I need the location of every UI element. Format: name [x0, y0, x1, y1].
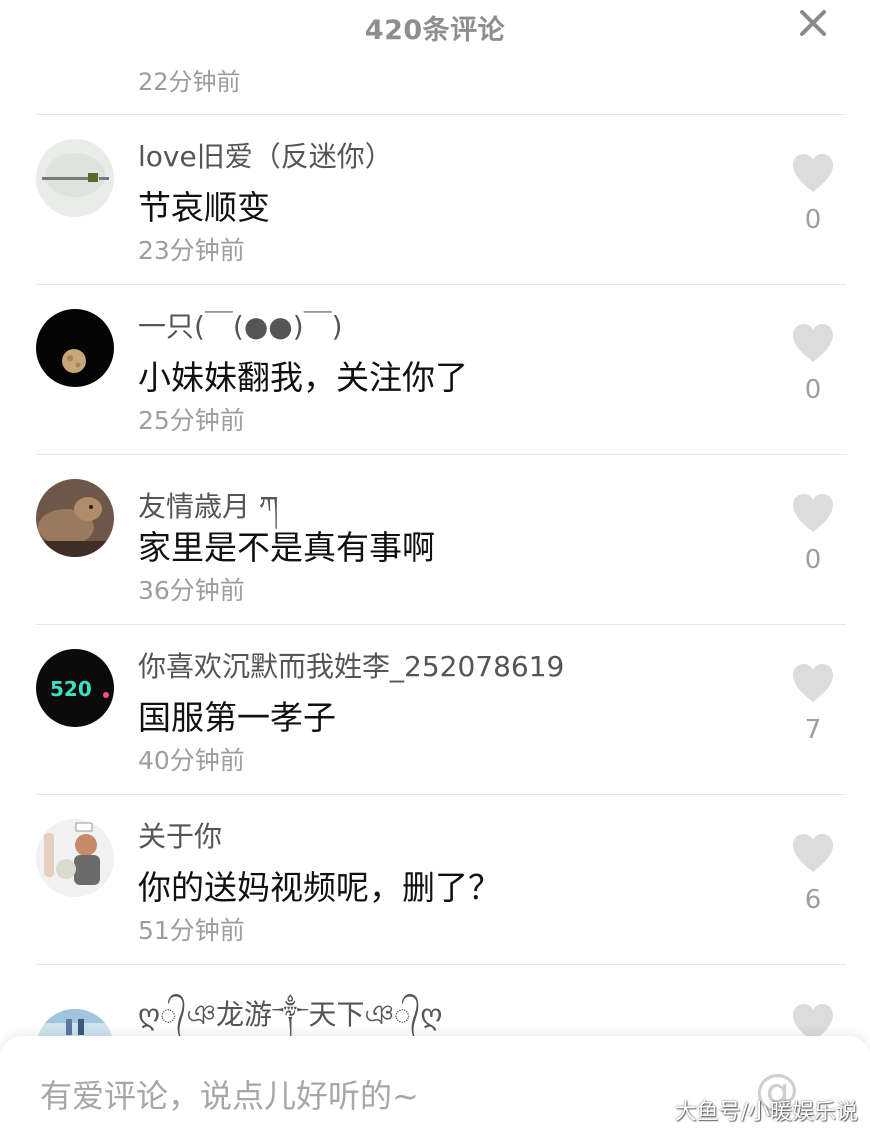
previous-comment-time: 22分钟前: [138, 68, 241, 96]
comment-input[interactable]: [38, 1070, 722, 1122]
comment-item: 一只(￣(●●)￣) 小妹妹翻我，关注你了 25分钟前 0: [0, 285, 870, 455]
avatar[interactable]: [36, 479, 114, 557]
avatar[interactable]: [36, 819, 114, 897]
svg-text:520: 520: [50, 677, 92, 701]
avatar[interactable]: [36, 139, 114, 217]
like-button[interactable]: [790, 832, 836, 874]
anime-couple-avatar-icon: [36, 819, 114, 897]
like-button[interactable]: [790, 1002, 836, 1040]
heart-icon: [793, 664, 833, 702]
heart-icon: [793, 494, 833, 532]
comment-count-title: 420条评论: [364, 15, 506, 46]
like-count: 6: [804, 885, 822, 915]
heart-icon: [793, 834, 833, 872]
like-button[interactable]: [790, 152, 836, 194]
comment-item: 关于你 你的送妈视频呢，删了？ 51分钟前 6: [0, 795, 870, 965]
watermark: 大鱼号/小暖娱乐说: [674, 1100, 858, 1125]
comment-item: ღ᭄ঞ龙游༒天下ঞ᭄ღ: [0, 965, 870, 1040]
like-count: 0: [804, 205, 822, 235]
comment-username[interactable]: love旧爱（反迷你）: [138, 135, 393, 175]
comment-username[interactable]: 关于你: [138, 815, 222, 855]
like-count: 0: [804, 545, 822, 575]
comment-text: 小妹妹翻我，关注你了: [138, 358, 468, 397]
like-button[interactable]: [790, 492, 836, 534]
comment-username[interactable]: ღ᭄ঞ龙游༒天下ঞ᭄ღ: [138, 983, 442, 1040]
heart-icon: [793, 1004, 833, 1040]
comment-time: 36分钟前: [138, 576, 245, 605]
comment-text: 家里是不是真有事啊: [138, 528, 435, 567]
comment-username[interactable]: 你喜欢沉默而我姓李_252078619: [138, 645, 564, 685]
comment-item: love旧爱（反迷你） 节哀顺变 23分钟前 0: [0, 115, 870, 285]
neon-520-avatar-icon: 520: [36, 649, 114, 727]
comment-username[interactable]: 一只(￣(●●)￣): [138, 305, 343, 345]
like-button[interactable]: [790, 662, 836, 704]
like-count: 7: [804, 715, 822, 745]
heart-icon: [793, 154, 833, 192]
comment-item: 520 你喜欢沉默而我姓李_252078619 国服第一孝子 40分钟前 7: [0, 625, 870, 795]
moon-avatar-icon: [36, 309, 114, 387]
dog-avatar-icon: [36, 479, 114, 557]
like-button[interactable]: [790, 322, 836, 364]
comment-time: 25分钟前: [138, 406, 245, 435]
comment-time: 51分钟前: [138, 916, 245, 945]
avatar[interactable]: 520: [36, 649, 114, 727]
heart-icon: [793, 324, 833, 362]
comments-header: 420条评论: [0, 0, 870, 52]
text-banner-avatar-icon: [36, 139, 114, 217]
like-count: 0: [804, 375, 822, 405]
comment-time: 23分钟前: [138, 236, 245, 265]
comment-text: 你的送妈视频呢，删了？: [138, 868, 501, 907]
avatar[interactable]: [36, 309, 114, 387]
comment-text: 节哀顺变: [138, 188, 270, 227]
close-button[interactable]: [796, 6, 830, 40]
comment-text: 国服第一孝子: [138, 698, 336, 737]
comment-time: 40分钟前: [138, 746, 245, 775]
close-icon: [800, 10, 826, 36]
comment-item: 友情歳月 ཀ 家里是不是真有事啊 36分钟前 0: [0, 455, 870, 625]
